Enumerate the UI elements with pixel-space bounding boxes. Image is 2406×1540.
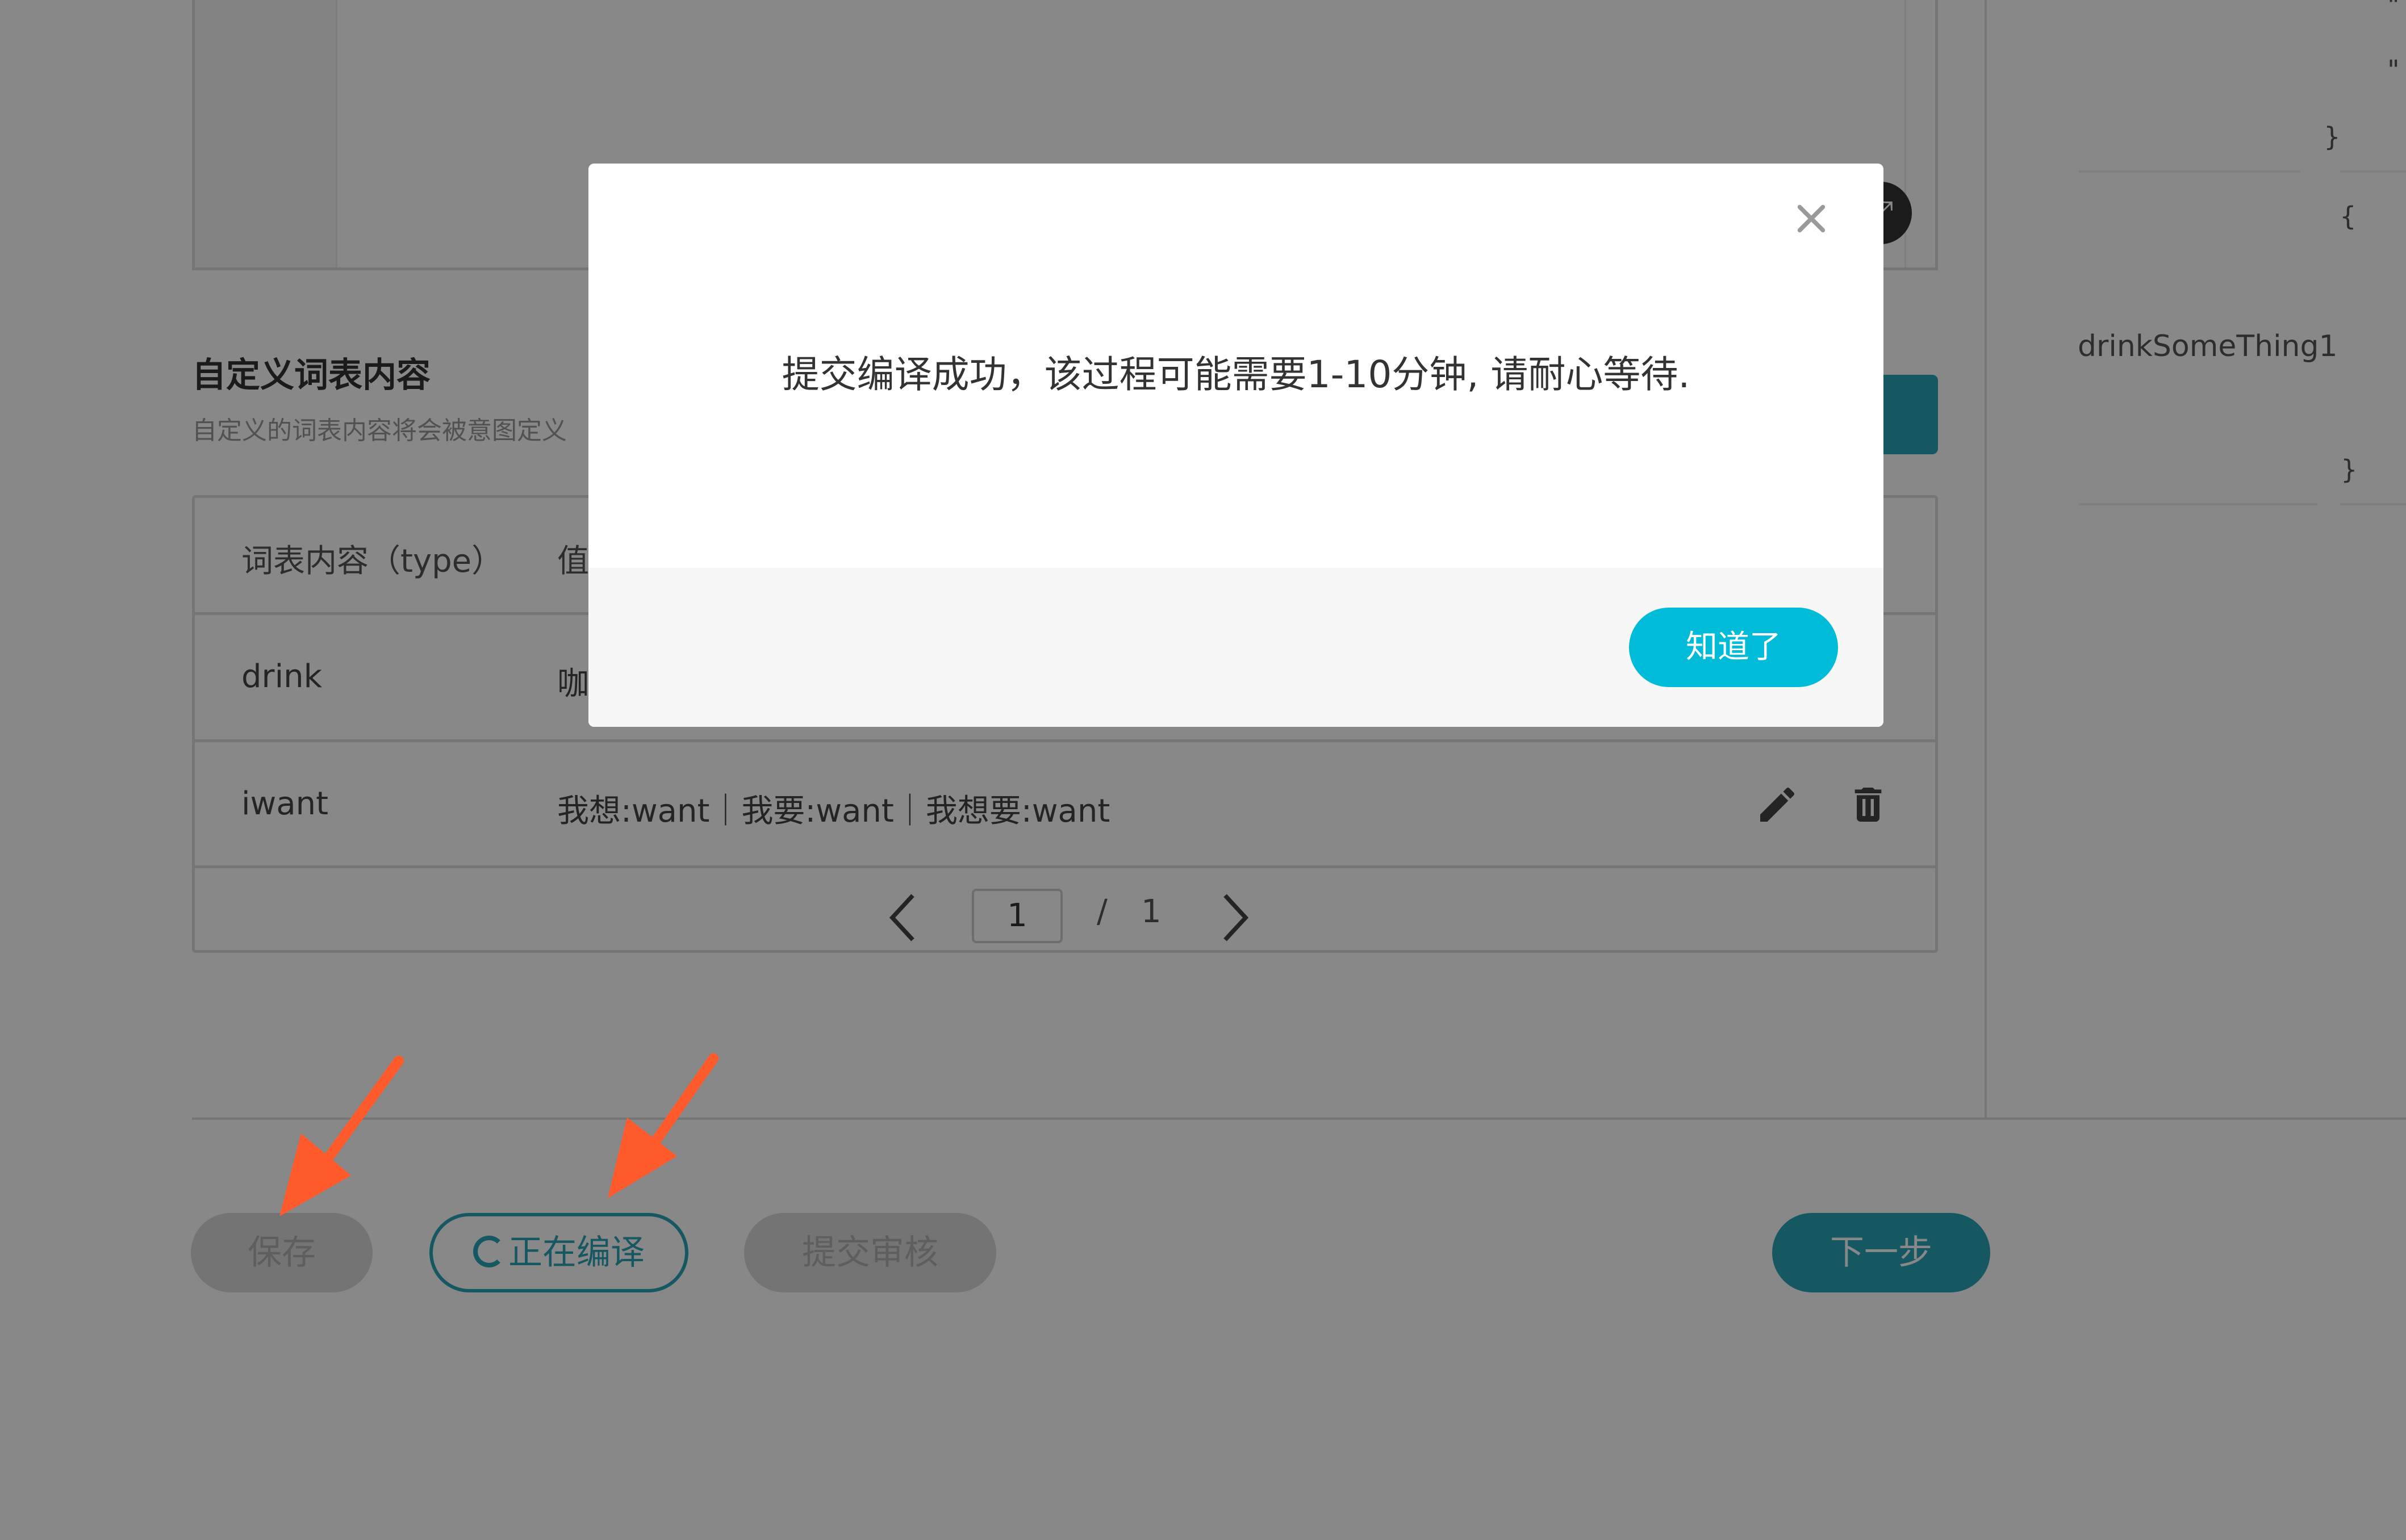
success-dialog: 提交编译成功，该过程可能需要1-10分钟, 请耐心等待. 知道了 — [588, 164, 1883, 727]
acknowledge-button[interactable]: 知道了 — [1629, 608, 1838, 687]
close-icon[interactable] — [1791, 199, 1831, 238]
dialog-message: 提交编译成功，该过程可能需要1-10分钟, 请耐心等待. — [782, 353, 1690, 396]
dialog-footer: 知道了 — [588, 568, 1883, 727]
